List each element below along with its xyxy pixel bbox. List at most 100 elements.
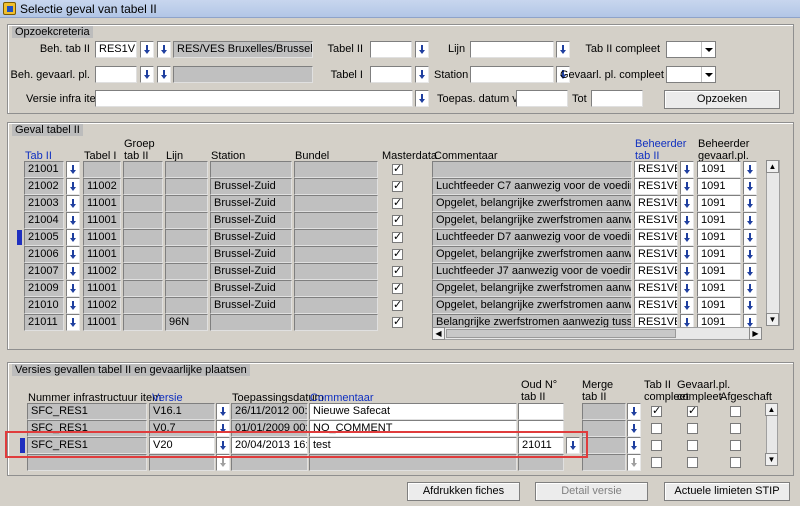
tab2-lov-button[interactable] [66, 229, 80, 246]
beh-tab2-lov-button[interactable] [680, 263, 694, 280]
beh-tab2-cell[interactable]: RES1VES [634, 246, 678, 263]
tab2-cell[interactable]: 21001 [24, 161, 64, 178]
afgeschaft-checkbox[interactable] [730, 457, 741, 468]
tab2-cell[interactable]: 21002 [24, 178, 64, 195]
tab2-lov-button[interactable] [66, 280, 80, 297]
beh-tab2-lov-button[interactable] [680, 178, 694, 195]
afgeschaft-checkbox[interactable] [730, 406, 741, 417]
tab2-lov-button[interactable] [66, 314, 80, 331]
beh-gevaarl-lov2-button[interactable] [157, 66, 171, 83]
beh-tab2-cell[interactable]: RES1VES [634, 229, 678, 246]
scroll-right-icon[interactable]: ▶ [749, 327, 762, 340]
detail-versie-button[interactable]: Detail versie [535, 482, 648, 501]
tab2-cell[interactable]: 21006 [24, 246, 64, 263]
scroll-down-icon[interactable]: ▼ [765, 453, 778, 466]
merge-lov-button[interactable] [627, 437, 641, 454]
merge-lov-button[interactable] [627, 454, 641, 471]
gevaarl-compleet-checkbox[interactable] [687, 457, 698, 468]
tab2-lov-button[interactable] [66, 178, 80, 195]
beh-tab2-lov-button[interactable] [680, 280, 694, 297]
geval-vscrollbar[interactable] [766, 160, 780, 326]
beh-gev-lov-button[interactable] [743, 195, 757, 212]
tabel2-lov-button[interactable] [415, 41, 429, 58]
beh-gev-cell[interactable]: 1091 [697, 212, 741, 229]
beh-gev-cell[interactable]: 1091 [697, 280, 741, 297]
tab2-lov-button[interactable] [66, 297, 80, 314]
beh-tab2-lov-button[interactable] [140, 41, 154, 58]
oud-tab2-cell[interactable] [518, 403, 564, 420]
lijn-lov-button[interactable] [556, 41, 570, 58]
toepas-to-field[interactable] [591, 90, 643, 107]
tab2-cell[interactable]: 21007 [24, 263, 64, 280]
tab2-compleet-checkbox[interactable] [651, 404, 662, 417]
lijn-field[interactable] [470, 41, 554, 58]
beh-gev-cell[interactable]: 1091 [697, 263, 741, 280]
beh-gev-lov-button[interactable] [743, 280, 757, 297]
toepas-cell[interactable]: 26/11/2012 00:00 [231, 403, 308, 420]
beh-tab2-lov-button[interactable] [680, 195, 694, 212]
tab2-compleet-checkbox[interactable] [651, 440, 662, 451]
tab2-lov-button[interactable] [66, 263, 80, 280]
beh-tab2-cell[interactable]: RES1VES [634, 178, 678, 195]
beh-tab2-cell[interactable]: RES1VES [634, 297, 678, 314]
beh-gev-lov-button[interactable] [743, 229, 757, 246]
beh-tab2-lov-button[interactable] [680, 246, 694, 263]
beh-gev-cell[interactable]: 1091 [697, 161, 741, 178]
print-fiches-button[interactable]: Afdrukken fiches [407, 482, 520, 501]
tab2-compleet-checkbox[interactable] [651, 457, 662, 468]
beh-gevaarl-field[interactable] [95, 66, 137, 83]
hscroll-thumb[interactable] [446, 329, 676, 338]
versie-infra-field[interactable] [95, 90, 413, 107]
merge-lov-button[interactable] [627, 420, 641, 437]
beh-tab2-lov-button[interactable] [680, 161, 694, 178]
gevaarl-compleet-checkbox[interactable] [687, 423, 698, 434]
tab2-compleet-checkbox[interactable] [651, 423, 662, 434]
tab2-cell[interactable]: 21005 [24, 229, 64, 246]
tab2-compleet-select[interactable] [666, 41, 716, 58]
beh-gev-cell[interactable]: 1091 [697, 195, 741, 212]
beh-gev-lov-button[interactable] [743, 212, 757, 229]
scroll-down-icon[interactable]: ▼ [766, 313, 779, 326]
beh-tab2-cell[interactable]: RES1VES [634, 195, 678, 212]
merge-lov-button[interactable] [627, 403, 641, 420]
beh-gev-cell[interactable]: 1091 [697, 246, 741, 263]
versie-infra-lov-button[interactable] [415, 90, 429, 107]
tab2-cell[interactable]: 21011 [24, 314, 64, 331]
commentaar-cell[interactable]: Nieuwe Safecat [309, 403, 517, 420]
scroll-left-icon[interactable]: ◀ [432, 327, 445, 340]
tab2-cell[interactable]: 21009 [24, 280, 64, 297]
beh-tab2-lov-button[interactable] [680, 229, 694, 246]
beh-gev-lov-button[interactable] [743, 297, 757, 314]
versie-lov-button[interactable] [216, 403, 230, 420]
tabel1-field[interactable] [370, 66, 412, 83]
tab2-cell[interactable]: 21004 [24, 212, 64, 229]
tab2-lov-button[interactable] [66, 212, 80, 229]
toepas-from-field[interactable] [516, 90, 568, 107]
beh-gev-lov-button[interactable] [743, 178, 757, 195]
beh-gev-cell[interactable]: 1091 [697, 178, 741, 195]
gevaarl-compleet-checkbox[interactable] [687, 404, 698, 417]
afgeschaft-checkbox[interactable] [730, 440, 741, 451]
beh-gev-lov-button[interactable] [743, 246, 757, 263]
tab2-lov-button[interactable] [66, 195, 80, 212]
tab2-lov-button[interactable] [66, 161, 80, 178]
search-button[interactable]: Opzoeken [664, 90, 780, 109]
station-field[interactable] [470, 66, 554, 83]
tab2-lov-button[interactable] [66, 246, 80, 263]
afgeschaft-checkbox[interactable] [730, 423, 741, 434]
beh-gev-cell[interactable]: 1091 [697, 229, 741, 246]
beh-tab2-code-field[interactable]: RES1VES [95, 41, 137, 58]
beh-gevaarl-lov-button[interactable] [140, 66, 154, 83]
scroll-up-icon[interactable]: ▲ [766, 160, 779, 173]
beh-tab2-lov-button[interactable] [680, 297, 694, 314]
versie-cell[interactable]: V16.1 [149, 403, 215, 420]
beh-gev-lov-button[interactable] [743, 263, 757, 280]
beh-tab2-lov-button[interactable] [680, 212, 694, 229]
col-beh-tab2[interactable]: Beheerder [635, 138, 686, 150]
beh-tab2-cell[interactable]: RES1VES [634, 263, 678, 280]
tab2-cell[interactable]: 21003 [24, 195, 64, 212]
beh-tab2-cell[interactable]: RES1VES [634, 161, 678, 178]
scroll-up-icon[interactable]: ▲ [765, 403, 778, 416]
beh-gev-lov-button[interactable] [743, 161, 757, 178]
beh-tab2-cell[interactable]: RES1VES [634, 280, 678, 297]
